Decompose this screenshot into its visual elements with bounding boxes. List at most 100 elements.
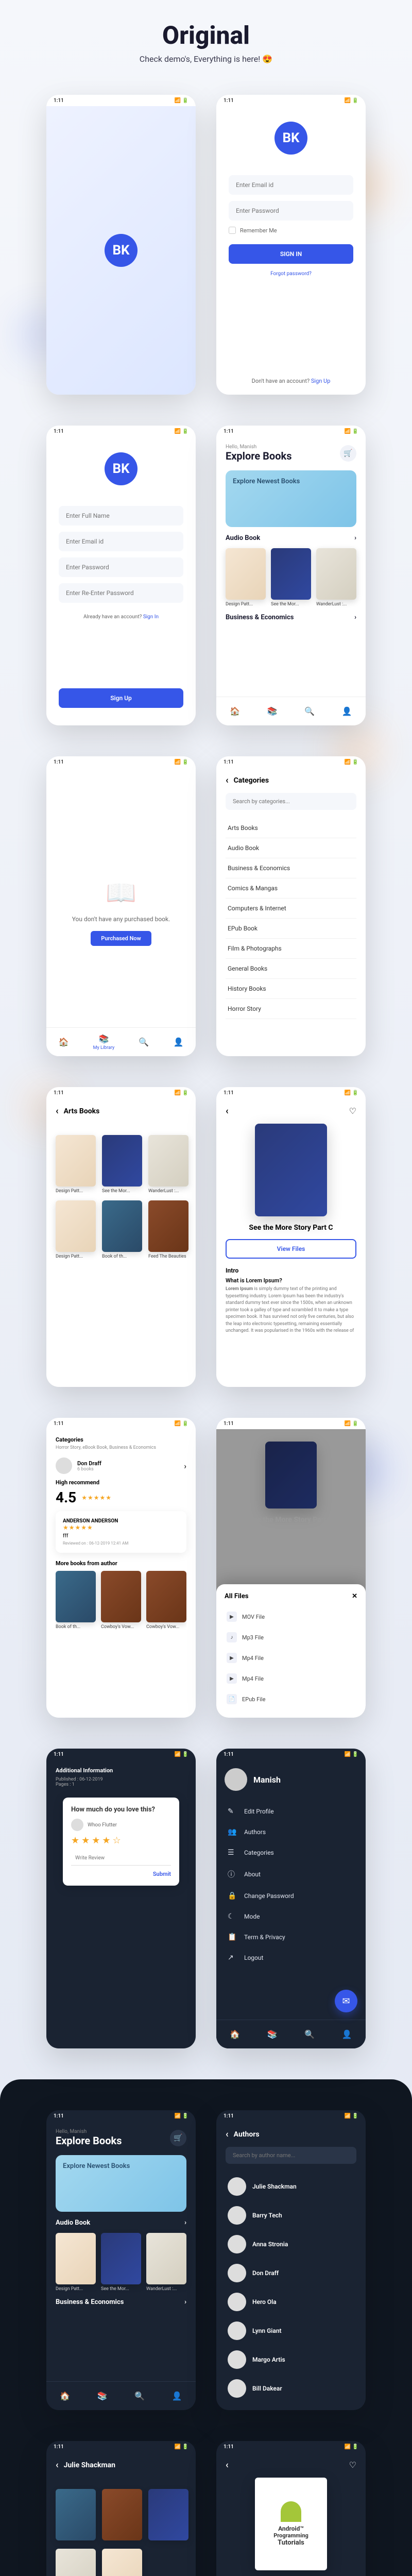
- author-item[interactable]: Anna Stronia: [226, 2230, 356, 2259]
- author-item[interactable]: Lynn Giant: [226, 2316, 356, 2345]
- author-item[interactable]: Julie Shackman: [226, 2172, 356, 2201]
- star-rating[interactable]: ★★★★☆: [71, 1835, 171, 1846]
- chevron-right-icon[interactable]: ›: [354, 534, 356, 542]
- menu-terms[interactable]: 📋Term & Privacy: [225, 1927, 357, 1947]
- nav-home[interactable]: 🏠: [230, 2029, 240, 2040]
- signin-link[interactable]: Sign In: [143, 614, 159, 620]
- nav-search[interactable]: 🔍: [304, 2029, 315, 2040]
- nav-library[interactable]: 📚: [97, 2391, 108, 2401]
- nav-search[interactable]: 🔍: [139, 1037, 149, 1047]
- signup-button[interactable]: Sign Up: [59, 688, 183, 708]
- book-item[interactable]: WanderLust :...: [316, 548, 356, 607]
- book-item[interactable]: Book of th...: [56, 1571, 96, 1630]
- nav-library[interactable]: 📚My Library: [93, 1034, 115, 1050]
- nav-home[interactable]: 🏠: [60, 2391, 70, 2401]
- book-item[interactable]: Book of th...: [102, 1200, 142, 1260]
- category-item[interactable]: Arts Books: [226, 818, 356, 838]
- back-icon[interactable]: ‹: [56, 1106, 59, 1116]
- file-item[interactable]: ▶Mp4 File: [225, 1648, 357, 1668]
- menu-about[interactable]: ⓘAbout: [225, 1863, 357, 1886]
- nav-search[interactable]: 🔍: [134, 2391, 145, 2401]
- chevron-right-icon[interactable]: ›: [184, 2219, 186, 2227]
- nav-library[interactable]: 📚: [267, 706, 278, 717]
- category-item[interactable]: History Books: [226, 979, 356, 999]
- menu-password[interactable]: 🔒Change Password: [225, 1886, 357, 1906]
- back-icon[interactable]: ‹: [226, 2129, 229, 2140]
- book-item[interactable]: [102, 2489, 142, 2543]
- heart-icon[interactable]: ♡: [349, 1106, 356, 1116]
- search-input[interactable]: [226, 2147, 356, 2164]
- category-item[interactable]: EPub Book: [226, 919, 356, 939]
- nav-account[interactable]: 👤: [342, 706, 352, 717]
- nav-account[interactable]: 👤: [342, 2029, 352, 2040]
- banner[interactable]: Explore Newest Books: [56, 2155, 186, 2212]
- repassword-field[interactable]: [59, 583, 183, 603]
- back-icon[interactable]: ‹: [226, 2460, 229, 2470]
- chevron-right-icon[interactable]: ›: [184, 2298, 186, 2306]
- file-item[interactable]: ♪Mp3 File: [225, 1627, 357, 1648]
- menu-categories[interactable]: ☰Categories: [225, 1842, 357, 1863]
- purchase-button[interactable]: Purchased Now: [91, 931, 151, 946]
- password-field[interactable]: [59, 557, 183, 577]
- author-item[interactable]: Barry Tech: [226, 2201, 356, 2230]
- book-item[interactable]: Cowboy's Vow...: [146, 1571, 186, 1630]
- author-item[interactable]: Margo Artis: [226, 2345, 356, 2374]
- submit-button[interactable]: Submit: [153, 1871, 171, 1877]
- category-item[interactable]: Computers & Internet: [226, 899, 356, 919]
- book-item[interactable]: [56, 2549, 96, 2576]
- remember-checkbox[interactable]: [229, 227, 236, 234]
- book-item[interactable]: See the Mor...: [102, 1135, 142, 1194]
- password-field[interactable]: [229, 201, 353, 221]
- menu-mode[interactable]: ☾Mode: [225, 1906, 357, 1927]
- search-input[interactable]: [226, 793, 356, 810]
- book-item[interactable]: See the Mor...: [101, 2233, 141, 2292]
- file-item[interactable]: ▶MOV File: [225, 1606, 357, 1627]
- back-icon[interactable]: ‹: [56, 2460, 59, 2470]
- menu-logout[interactable]: ↗Logout: [225, 1947, 357, 1968]
- review-input[interactable]: [71, 1851, 171, 1866]
- book-item[interactable]: Feed The Beauties: [148, 1200, 188, 1260]
- cart-icon[interactable]: 🛒: [340, 445, 356, 462]
- category-item[interactable]: Film & Photographs: [226, 939, 356, 959]
- chevron-right-icon[interactable]: ›: [354, 614, 356, 621]
- cart-icon[interactable]: 🛒: [170, 2130, 186, 2146]
- book-item[interactable]: [102, 2549, 142, 2576]
- book-item[interactable]: Cowboy's Vow...: [101, 1571, 141, 1630]
- signup-link[interactable]: Sign Up: [311, 378, 331, 384]
- nav-home[interactable]: 🏠: [230, 706, 240, 717]
- file-item[interactable]: ▶Mp4 File: [225, 1668, 357, 1689]
- close-icon[interactable]: ✕: [352, 1592, 357, 1600]
- book-item[interactable]: Design Patt...: [56, 1135, 96, 1194]
- menu-edit-profile[interactable]: ✎Edit Profile: [225, 1801, 357, 1822]
- category-item[interactable]: Audio Book: [226, 838, 356, 858]
- name-field[interactable]: [59, 506, 183, 526]
- book-item[interactable]: WanderLust :...: [148, 1135, 188, 1194]
- category-item[interactable]: General Books: [226, 959, 356, 979]
- fab-button[interactable]: ✉: [335, 1990, 357, 2012]
- menu-authors[interactable]: 👥Authors: [225, 1822, 357, 1842]
- file-item[interactable]: 📄EPub File: [225, 1689, 357, 1709]
- nav-home[interactable]: 🏠: [59, 1037, 69, 1047]
- nav-library[interactable]: 📚: [267, 2029, 278, 2040]
- author-item[interactable]: Hero Ola: [226, 2287, 356, 2316]
- heart-icon[interactable]: ♡: [349, 2460, 356, 2470]
- author-link[interactable]: Don Draff6 books ›: [56, 1458, 186, 1474]
- nav-search[interactable]: 🔍: [304, 706, 315, 717]
- back-icon[interactable]: ‹: [226, 1106, 229, 1116]
- book-item[interactable]: Design Patt...: [56, 1200, 96, 1260]
- email-field[interactable]: [59, 532, 183, 551]
- book-item[interactable]: WanderLust :...: [146, 2233, 186, 2292]
- nav-account[interactable]: 👤: [172, 2391, 182, 2401]
- author-item[interactable]: Bill Dakear: [226, 2374, 356, 2403]
- email-field[interactable]: [229, 175, 353, 195]
- book-item[interactable]: See the Mor...: [271, 548, 311, 607]
- category-item[interactable]: Comics & Mangas: [226, 878, 356, 899]
- banner[interactable]: Explore Newest Books: [226, 470, 356, 527]
- book-item[interactable]: [148, 2489, 188, 2543]
- author-item[interactable]: Don Draff: [226, 2259, 356, 2287]
- forgot-link[interactable]: Forgot password?: [270, 271, 312, 277]
- back-icon[interactable]: ‹: [226, 775, 229, 786]
- category-item[interactable]: Business & Economics: [226, 858, 356, 878]
- book-item[interactable]: Design Patt...: [226, 548, 266, 607]
- category-item[interactable]: Horror Story: [226, 999, 356, 1019]
